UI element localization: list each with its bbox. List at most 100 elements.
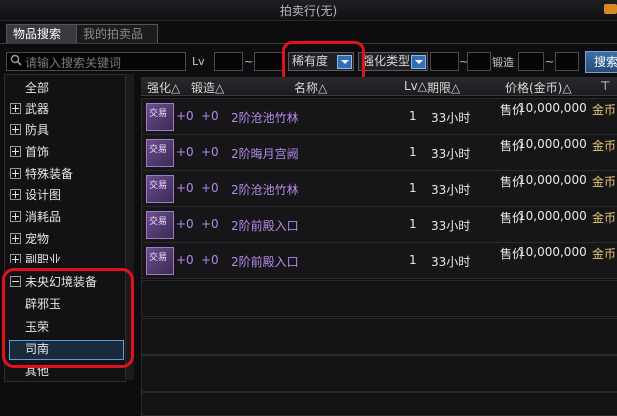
forge-max-input[interactable] [555, 52, 579, 71]
category-label: 宠物 [25, 232, 50, 246]
item-name: 2阶沧池竹林 [231, 183, 299, 197]
enhance-value: +0 [176, 181, 194, 195]
item-icon: 交易 [146, 139, 174, 167]
category-weapon[interactable]: 武器 [5, 98, 125, 120]
forge-min-input[interactable] [518, 52, 544, 71]
header-lv[interactable]: Lv△ [404, 79, 427, 93]
search-placeholder: 请输入搜索关键词 [25, 56, 122, 70]
category-pet[interactable]: 宠物 [5, 228, 125, 250]
lv-value: 1 [409, 181, 417, 195]
enhance-max-input[interactable] [467, 52, 491, 71]
term-value: 33小时 [431, 255, 471, 269]
forge-value: +0 [201, 217, 219, 231]
expand-plus-icon[interactable] [10, 233, 21, 244]
category-label: 防具 [25, 123, 50, 137]
category-accessory[interactable]: 首饰 [5, 141, 125, 163]
currency-unit: 金币 [592, 103, 617, 117]
search-input[interactable]: 请输入搜索关键词 [6, 52, 186, 71]
term-value: 33小时 [431, 147, 471, 161]
enhance-type-dropdown[interactable]: 强化类型 [358, 52, 428, 71]
currency-unit: 金币 [592, 247, 617, 261]
item-name: 2阶前殿入口 [231, 219, 299, 233]
expand-plus-icon[interactable] [10, 124, 21, 135]
category-label: 设计图 [25, 188, 62, 202]
category-label: 武器 [25, 102, 50, 116]
forge-tilde: ~ [545, 55, 555, 68]
table-row[interactable]: 交易 +0 +0 2阶沧池竹林 1 33小时 售价 10,000,000 金币 [141, 170, 617, 207]
lv-min-input[interactable] [214, 52, 243, 71]
title-bar: 拍卖行(无) [0, 0, 617, 21]
table-row[interactable]: 交易 +0 +0 2阶前殿入口 1 33小时 售价 10,000,000 金币 [141, 206, 617, 243]
expand-plus-icon[interactable] [10, 254, 21, 263]
currency-unit: 金币 [592, 139, 617, 153]
empty-table-row [141, 280, 617, 317]
lv-tilde: ~ [244, 55, 254, 68]
window-title: 拍卖行(无) [279, 4, 338, 18]
lv-value: 1 [409, 145, 417, 159]
tab-my-auctions[interactable]: 我的拍卖品 [76, 24, 158, 43]
header-enhance[interactable]: 强化△ [147, 79, 180, 96]
search-button[interactable]: 搜索 [585, 51, 617, 73]
table-row[interactable]: 交易 +0 +0 2阶晦月宫阙 1 33小时 售价 10,000,000 金币 [141, 134, 617, 171]
expand-plus-icon[interactable] [10, 211, 21, 222]
item-name: 2阶沧池竹林 [231, 111, 299, 125]
header-forge[interactable]: 锻造△ [191, 79, 224, 96]
expand-plus-icon[interactable] [10, 189, 21, 200]
search-icon [10, 54, 22, 66]
enhance-value: +0 [176, 145, 194, 159]
enhance-min-input[interactable] [430, 52, 459, 71]
enhance-type-label: 强化类型 [362, 54, 411, 68]
category-label: 全部 [25, 81, 50, 95]
category-all[interactable]: 全部 [5, 77, 125, 99]
category-sub-profession[interactable]: 副职业 [5, 249, 125, 263]
lv-value: 1 [409, 217, 417, 231]
item-name: 2阶前殿入口 [231, 255, 299, 269]
enhance-value: +0 [176, 217, 194, 231]
empty-table-row [141, 392, 617, 416]
enhance-value: +0 [176, 253, 194, 267]
term-value: 33小时 [431, 219, 471, 233]
forge-label: 锻造 [492, 56, 514, 69]
mail-icon[interactable] [604, 4, 617, 14]
pin-icon[interactable]: ⊤ [600, 79, 610, 93]
expand-plus-icon[interactable] [10, 168, 21, 179]
empty-table-row [141, 355, 617, 392]
table-row[interactable]: 交易 +0 +0 2阶沧池竹林 1 33小时 售价 10,000,000 金币 [141, 98, 617, 135]
header-term[interactable]: 期限△ [427, 79, 460, 96]
chevron-down-icon [411, 55, 426, 69]
category-label: 首饰 [25, 145, 50, 159]
item-icon: 交易 [146, 175, 174, 203]
lv-label: Lv [192, 55, 205, 68]
enhance-value: +0 [176, 109, 194, 123]
category-blueprint[interactable]: 设计图 [5, 184, 125, 206]
lv-max-input[interactable] [254, 52, 283, 71]
forge-value: +0 [201, 145, 219, 159]
price-value: 10,000,000 [518, 209, 587, 223]
term-value: 33小时 [431, 183, 471, 197]
expand-plus-icon[interactable] [10, 103, 21, 114]
item-icon: 交易 [146, 211, 174, 239]
category-label: 副职业 [25, 253, 62, 263]
annotation-highlight-category [2, 268, 134, 368]
empty-table-row [141, 318, 617, 355]
currency-unit: 金币 [592, 211, 617, 225]
tab-item-search[interactable]: 物品搜索 [6, 24, 84, 43]
header-name[interactable]: 名称△ [294, 79, 327, 96]
category-armor[interactable]: 防具 [5, 119, 125, 141]
item-icon: 交易 [146, 103, 174, 131]
forge-value: +0 [201, 253, 219, 267]
category-special-equipment[interactable]: 特殊装备 [5, 163, 125, 185]
item-icon: 交易 [146, 247, 174, 275]
forge-value: +0 [201, 181, 219, 195]
lv-value: 1 [409, 109, 417, 123]
price-value: 10,000,000 [518, 173, 587, 187]
expand-plus-icon[interactable] [10, 146, 21, 157]
category-consumable[interactable]: 消耗品 [5, 206, 125, 228]
header-price[interactable]: 价格(金币)△ [505, 79, 572, 96]
forge-value: +0 [201, 109, 219, 123]
price-value: 10,000,000 [518, 101, 587, 115]
lv-value: 1 [409, 253, 417, 267]
table-row[interactable]: 交易 +0 +0 2阶前殿入口 1 33小时 售价 10,000,000 金币 [141, 242, 617, 279]
currency-unit: 金币 [592, 175, 617, 189]
price-value: 10,000,000 [518, 245, 587, 259]
